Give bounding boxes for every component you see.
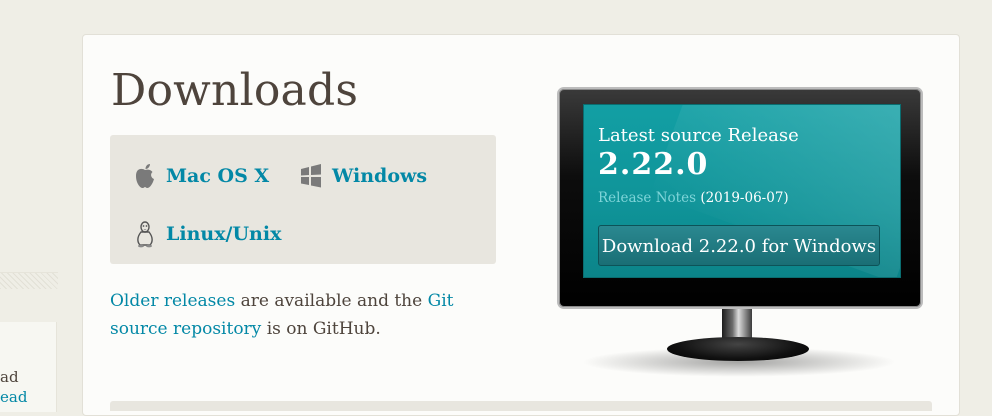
hatch-divider: [0, 272, 58, 289]
left-sidebar-fragment: ad ead: [0, 272, 58, 412]
older-text-end: is on GitHub.: [261, 319, 381, 339]
windows-icon: [298, 162, 324, 190]
platform-link-linux[interactable]: Linux/Unix: [132, 220, 281, 248]
linux-penguin-icon: [132, 220, 158, 248]
platform-label: Linux/Unix: [166, 223, 282, 245]
monitor-base: [667, 337, 809, 361]
platform-label: Windows: [332, 165, 428, 187]
monitor-screen: Latest source Release 2.22.0 Release Not…: [583, 104, 901, 278]
release-version: 2.22.0: [598, 147, 709, 182]
platform-list: Mac OS X Windows Linux/Unix: [110, 135, 496, 264]
platform-label: Mac OS X: [166, 165, 270, 187]
next-section-bar: [110, 401, 932, 411]
monitor-bezel: Latest source Release 2.22.0 Release Not…: [557, 87, 923, 309]
release-info: Release Notes (2019-06-07): [598, 190, 789, 206]
older-text: are available and the: [235, 291, 428, 311]
page-title: Downloads: [111, 65, 359, 116]
platform-link-mac[interactable]: Mac OS X: [132, 162, 269, 190]
monitor-graphic: Latest source Release 2.22.0 Release Not…: [555, 85, 925, 377]
release-notes-link[interactable]: Release Notes: [598, 190, 696, 206]
platform-link-windows[interactable]: Windows: [298, 162, 427, 190]
sidebar-text: ad: [0, 368, 19, 386]
downloads-card: Downloads Mac OS X Windows Linux/Unix Ol…: [82, 34, 960, 416]
download-windows-button[interactable]: Download 2.22.0 for Windows: [598, 225, 880, 266]
older-releases-link[interactable]: Older releases: [110, 291, 235, 311]
release-date: (2019-06-07): [700, 190, 789, 206]
apple-icon: [132, 162, 158, 190]
older-releases-text: Older releases are available and the Git…: [110, 287, 490, 343]
latest-release-heading: Latest source Release: [598, 125, 799, 146]
sidebar-link[interactable]: ead: [0, 388, 27, 406]
